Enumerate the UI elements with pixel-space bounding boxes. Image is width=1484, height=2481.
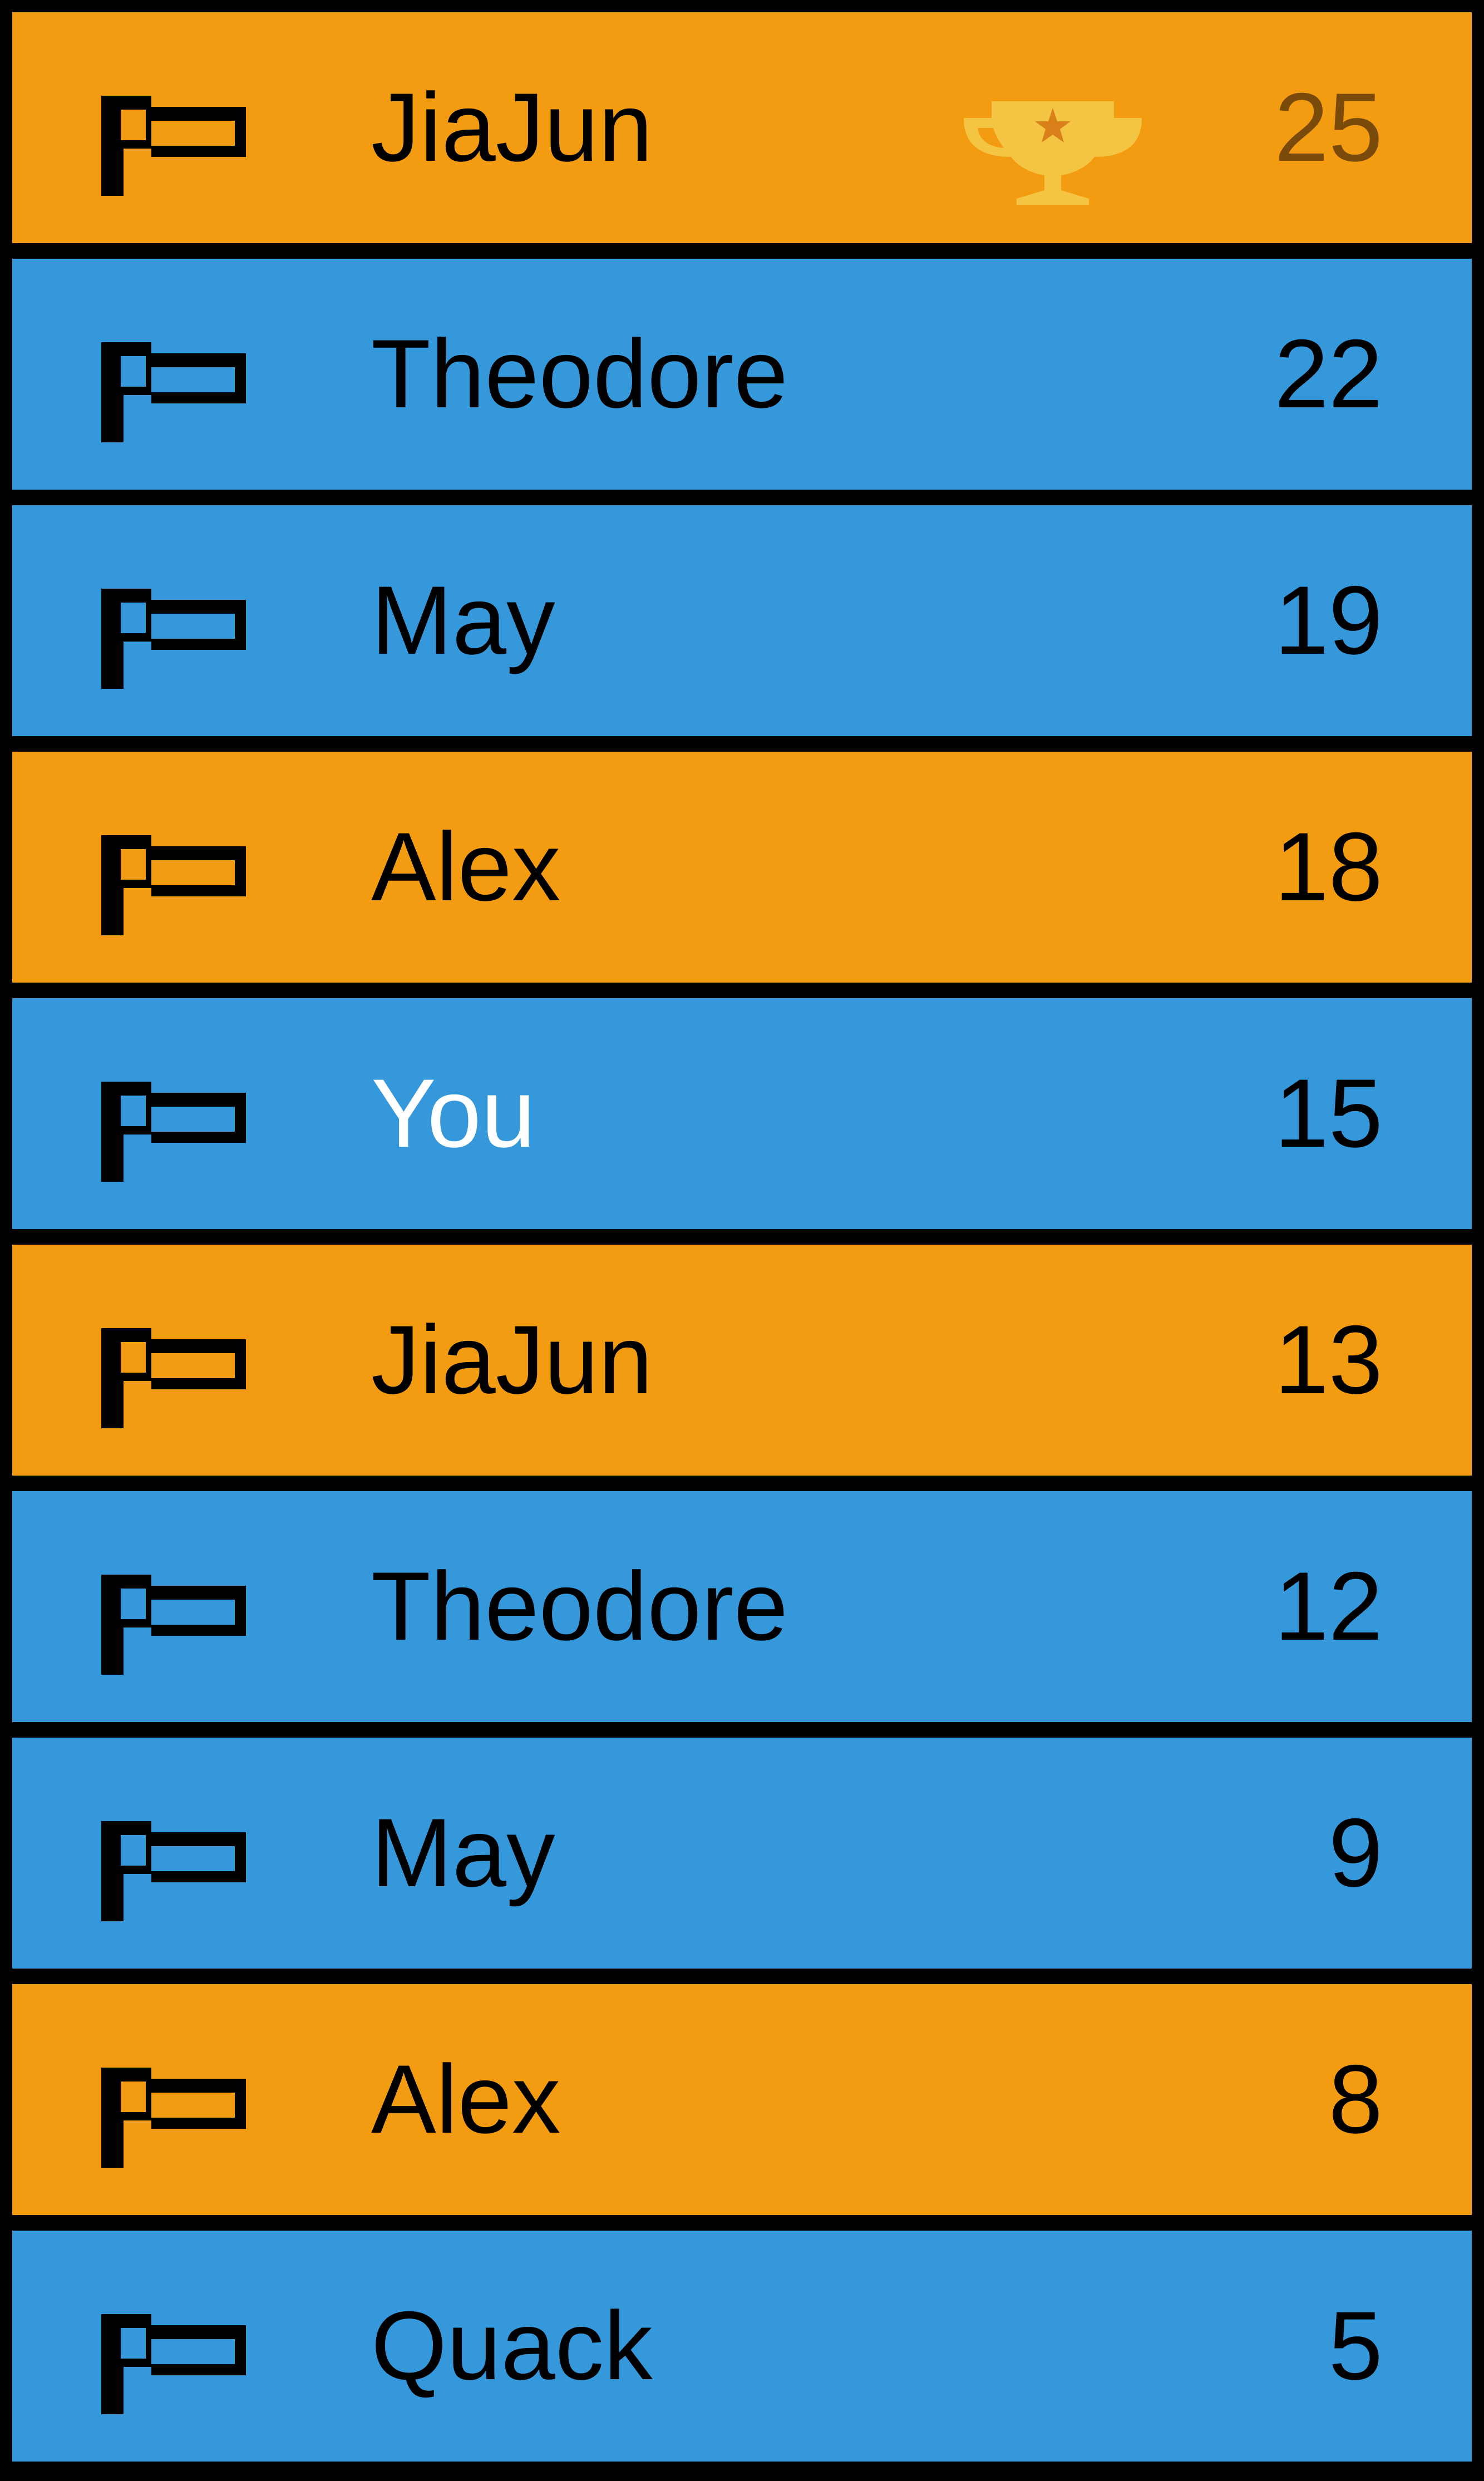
leaderboard-row[interactable]: JiaJun 13 [12,1245,1472,1476]
flag-icon [101,1082,246,1182]
flag-icon [101,2314,246,2414]
player-name: Alex [371,813,561,921]
player-name: JiaJun [371,1306,653,1414]
leaderboard-row[interactable]: JiaJun 25 [12,12,1472,243]
player-score: 8 [1328,2045,1383,2154]
flag-icon [101,2068,246,2168]
leaderboard-row[interactable]: Theodore 22 [12,259,1472,490]
leaderboard-row[interactable]: May 19 [12,505,1472,736]
player-score: 18 [1274,813,1383,921]
leaderboard-row[interactable]: Quack 5 [12,2231,1472,2462]
player-name: Alex [371,2045,561,2154]
player-name: You [371,1059,536,1168]
flag-icon [101,96,246,196]
flag-icon [101,1328,246,1428]
player-name: Theodore [371,320,788,428]
player-score: 9 [1328,1799,1383,1907]
flag-icon [101,1821,246,1921]
player-name: Quack [371,2292,653,2400]
leaderboard-row[interactable]: Theodore 12 [12,1491,1472,1722]
trophy-icon [964,101,1142,205]
player-score: 13 [1274,1306,1383,1414]
player-name: May [371,1799,555,1907]
leaderboard-row-current-user[interactable]: You 15 [12,998,1472,1229]
player-name: JiaJun [371,73,653,182]
flag-icon [101,835,246,935]
player-score: 19 [1274,566,1383,675]
player-name: May [371,566,555,675]
player-name: Theodore [371,1552,788,1661]
flag-icon [101,589,246,689]
player-score: 12 [1274,1552,1383,1661]
player-score: 25 [1274,73,1383,182]
flag-icon [101,1575,246,1675]
flag-icon [101,342,246,442]
leaderboard-row[interactable]: May 9 [12,1738,1472,1969]
leaderboard-row[interactable]: Alex 8 [12,1984,1472,2215]
leaderboard: JiaJun 25 Theodore 22 May 19 Alex 18 You… [0,0,1484,2481]
leaderboard-row[interactable]: Alex 18 [12,752,1472,983]
player-score: 15 [1274,1059,1383,1168]
player-score: 5 [1328,2292,1383,2400]
player-score: 22 [1274,320,1383,428]
